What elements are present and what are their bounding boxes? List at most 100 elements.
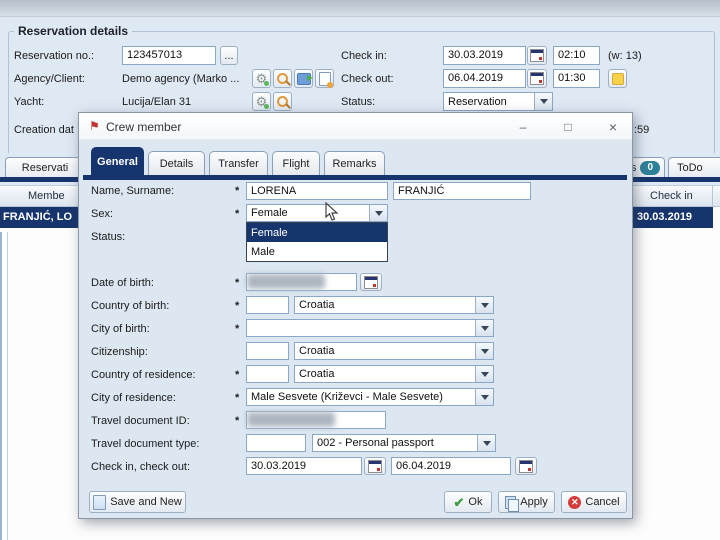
crew-check-out-calendar-button[interactable] [515,457,537,475]
dropdown-button[interactable] [477,435,495,451]
date-of-birth-calendar-button[interactable] [360,273,382,291]
tab-transfer[interactable]: Transfer [209,151,268,175]
citizenship-label: Citizenship: [91,346,148,358]
country-of-birth-code-input[interactable] [246,296,289,314]
check-out-calendar-button[interactable] [527,69,547,88]
dropdown-button[interactable] [475,297,493,313]
check-out-time-input[interactable]: 01:30 [553,69,600,88]
citizenship-code-input[interactable] [246,342,289,360]
country-of-birth-value: Croatia [299,299,334,311]
city-of-birth-select[interactable] [246,319,494,337]
yacht-label: Yacht: [14,96,44,108]
required-marker: * [235,323,239,335]
creation-time-fragment: :59 [634,124,649,136]
note-button[interactable] [608,69,627,88]
members-column-header[interactable]: Membe [28,190,65,202]
dropdown-button[interactable] [475,320,493,336]
first-name-input[interactable]: LORENA [246,182,388,200]
screen: Reservation details Reservation no.: 123… [0,0,720,540]
agency-document-button[interactable] [315,69,334,88]
creation-date-label: Creation dat [14,124,74,136]
agency-client-value: Demo agency (Marko ... [122,73,239,85]
travel-document-type-code-input[interactable] [246,434,306,452]
tab-flight[interactable]: Flight [272,151,320,175]
gear-icon: ⚙ [256,72,268,85]
crew-member-dialog: ⚑ Crew member – □ × General Details Tran… [78,112,633,519]
status-select[interactable]: Reservation [443,92,553,111]
redacted-date-of-birth [247,274,325,289]
maximize-button[interactable]: □ [557,118,579,136]
country-of-residence-select[interactable]: Croatia [294,365,494,383]
dropdown-button[interactable] [534,93,552,110]
reservation-no-label: Reservation no.: [14,50,94,62]
dropdown-button[interactable] [475,366,493,382]
status-label: Status: [341,96,375,108]
chevron-down-icon [481,303,489,308]
city-of-residence-label: City of residence: [91,392,176,404]
agency-client-label: Agency/Client: [14,73,85,85]
document-icon [319,72,331,86]
tab-underline [83,175,627,180]
crew-check-in-calendar-button[interactable] [364,457,386,475]
gear-icon: ⚙ [256,95,268,108]
check-in-date-input[interactable]: 30.03.2019 [443,46,526,65]
agency-search-button[interactable] [273,69,292,88]
calendar-icon [364,276,378,289]
close-button[interactable]: × [602,118,624,136]
search-icon [277,96,288,107]
crew-member-icon: ⚑ [89,119,100,133]
citizenship-select[interactable]: Croatia [294,342,494,360]
city-of-residence-select[interactable]: Male Sesvete (Križevci - Male Sesvete) [246,388,494,406]
tab-general[interactable]: General [91,147,144,175]
date-of-birth-label: Date of birth: [91,277,154,289]
agency-transfer-button[interactable] [294,69,313,88]
calendar-icon [368,460,382,473]
reservation-no-browse-button[interactable]: ... [220,46,238,65]
minimize-button[interactable]: – [512,118,534,136]
check-in-out-label: Check in, check out: [91,461,190,473]
chevron-down-icon [483,441,491,446]
checkin-column-header[interactable]: Check in [650,190,693,202]
tab-todo[interactable]: ToDo [668,157,720,177]
agency-edit-button[interactable]: ⚙ [252,69,271,88]
travel-document-type-select[interactable]: 002 - Personal passport [312,434,496,452]
city-of-residence-value: Male Sesvete (Križevci - Male Sesvete) [251,391,443,403]
yacht-edit-button[interactable]: ⚙ [252,92,271,111]
check-in-calendar-button[interactable] [527,46,547,65]
country-of-residence-code-input[interactable] [246,365,289,383]
yacht-search-button[interactable] [273,92,292,111]
dropdown-button[interactable] [475,343,493,359]
ok-button[interactable]: ✔ Ok [444,491,492,513]
dropdown-button[interactable] [369,205,387,221]
travel-document-id-label: Travel document ID: [91,415,190,427]
check-out-date-input[interactable]: 06.04.2019 [443,69,526,88]
sex-dropdown-list: Female Male [246,222,388,262]
dropdown-option-male[interactable]: Male [247,242,387,261]
reservation-no-input[interactable]: 123457013 [122,46,216,65]
country-of-birth-label: Country of birth: [91,300,169,312]
tab-details[interactable]: Details [148,151,205,175]
sex-value: Female [251,207,288,219]
dropdown-option-female[interactable]: Female [247,223,387,242]
country-of-birth-select[interactable]: Croatia [294,296,494,314]
tab-reservation[interactable]: Reservati [5,157,85,177]
chevron-down-icon [540,99,548,104]
dropdown-button[interactable] [475,389,493,405]
chevron-down-icon [375,211,383,216]
country-of-residence-label: Country of residence: [91,369,196,381]
tab-remarks[interactable]: Remarks [324,151,385,175]
last-name-input[interactable]: FRANJIĆ [393,182,531,200]
apply-button[interactable]: Apply [498,491,555,513]
travel-document-type-value: 002 - Personal passport [317,437,434,449]
cancel-button[interactable]: ✕ Cancel [561,491,627,513]
group-title: Reservation details [14,24,132,38]
check-in-time-input[interactable]: 02:10 [553,46,600,65]
member-row-name: FRANJIĆ, LO [3,211,72,223]
sex-select[interactable]: Female [246,204,388,222]
top-window-strip [0,0,720,17]
required-marker: * [235,277,239,289]
save-and-new-button[interactable]: Save and New [89,491,186,513]
crew-check-in-date-input[interactable]: 30.03.2019 [246,457,362,475]
sex-label: Sex: [91,208,113,220]
crew-check-out-date-input[interactable]: 06.04.2019 [391,457,511,475]
